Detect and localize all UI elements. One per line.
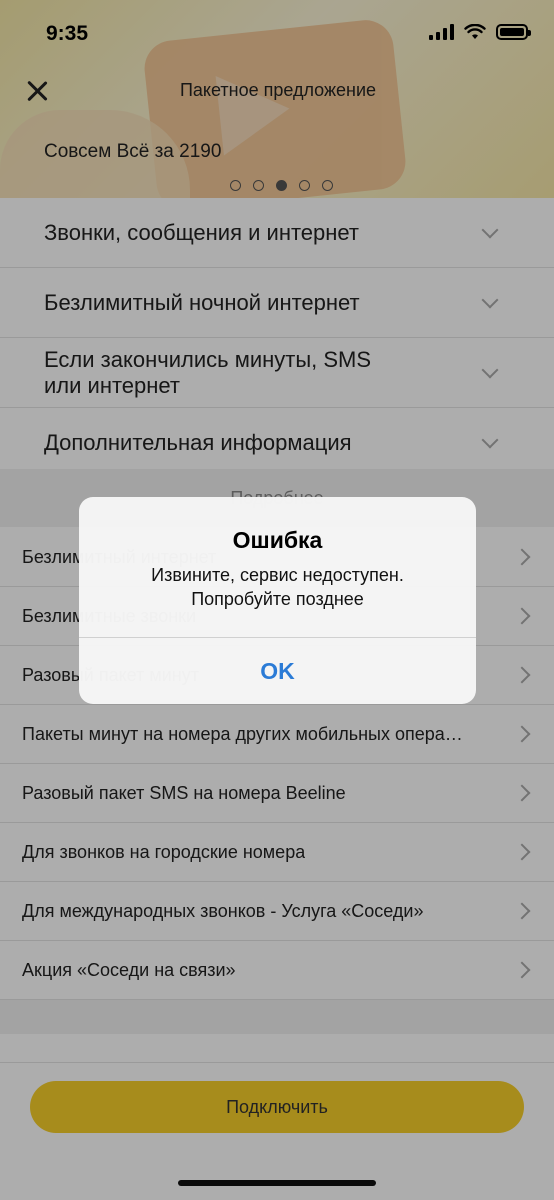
alert-title: Ошибка xyxy=(232,527,323,553)
alert-message-line: Извините, сервис недоступен. xyxy=(151,565,404,585)
alert-message: Извините, сервис недоступен. Попробуйте … xyxy=(99,563,456,611)
error-alert-dialog: Ошибка Извините, сервис недоступен. Попр… xyxy=(79,497,476,704)
alert-message-line: Попробуйте позднее xyxy=(191,589,364,609)
ok-button[interactable]: OK xyxy=(79,638,476,704)
